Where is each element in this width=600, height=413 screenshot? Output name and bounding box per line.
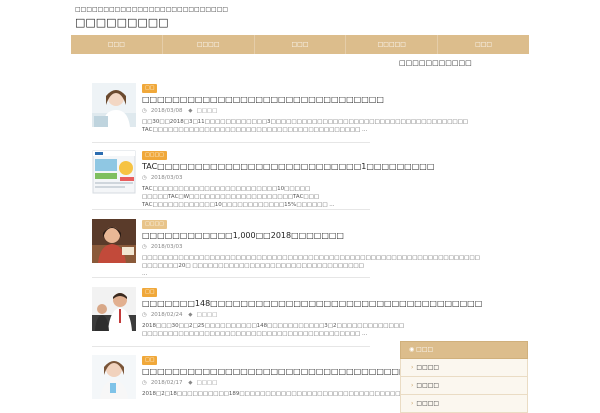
post-meta: ◷ 2018/02/24 ◆ □□□□: [142, 311, 370, 319]
site-title[interactable]: □□□□□□□□□: [75, 16, 169, 29]
post-date: 2018/02/24: [150, 312, 183, 318]
post-title[interactable]: TAC□□□□□□□□□□□□□□□□□□□□□□□□□□□1□□□□□□□□□: [142, 162, 434, 172]
post-divider: [92, 209, 370, 210]
post-thumbnail[interactable]: [92, 150, 136, 194]
site-tagline: □□□□□□□□□□□□□□□□□□□□□□□□□□□: [75, 6, 229, 13]
post-date: 2018/02/17: [150, 380, 183, 386]
post-excerpt: □□□□□□□□□□□□□□□□□□□□□□□□□□□□□□□□□□□□□□□□…: [142, 255, 480, 277]
post-divider: [92, 277, 370, 278]
sidebar-heading-label: □□□: [416, 346, 434, 353]
post-tag[interactable]: □□□□: [197, 312, 218, 318]
sidebar-menu-heading: ◉ □□□: [400, 341, 528, 359]
clock-icon: ◷: [142, 380, 147, 386]
category-badge[interactable]: □□□□: [142, 151, 167, 160]
post-item: □□□□ TAC□□□□□□□□□□□□□□□□□□□□□□□□□□□1□□□□…: [92, 147, 434, 208]
post-date: 2018/03/08: [150, 108, 183, 114]
nav-item-1[interactable]: □□□: [71, 35, 163, 54]
sidebar-link[interactable]: □□□□: [400, 395, 528, 413]
post-title[interactable]: □□□□□□□□□□□□1,000□□2018□□□□□□□: [142, 231, 370, 241]
clock-icon: ◷: [142, 244, 147, 250]
clock-icon: ◷: [142, 175, 147, 181]
category-badge[interactable]: □□: [142, 288, 158, 297]
post-meta: ◷ 2018/02/17 ◆ □□□□: [142, 379, 370, 387]
post-title[interactable]: □□□□□□□□□□□□□□□□□□□□□□□□□□□□□□□□: [142, 95, 384, 105]
post-excerpt: TAC□□□□□□□□□□□□□□□□□□□□□□□□10□□□□□ □□□□□…: [142, 186, 335, 208]
post-excerpt: 2018□2□18□□□□□□□□□□189□□□□□□□□□□□□□□□□□□…: [142, 391, 468, 397]
post-divider: [92, 346, 370, 347]
post-thumbnail[interactable]: [92, 355, 136, 399]
clock-icon: ◷: [142, 312, 147, 318]
post-item: □□ □□□□□□□□□□□□□□□□□□□□□□□□□□□□□□□□ ◷ 201…: [92, 80, 468, 138]
post-divider: [92, 142, 370, 143]
post-title[interactable]: □□□□□□□□□□□□□□□□□□□□□□□□□□□□□□□□□□□□□□□: [142, 367, 437, 377]
post-thumbnail[interactable]: [92, 83, 136, 127]
post-item: □□ □□□□□□□□□□□□□□□□□□□□□□□□□□□□□□□□□□□□□…: [92, 352, 468, 410]
category-badge[interactable]: □□: [142, 84, 158, 93]
post-date: 2018/03/03: [150, 244, 183, 250]
nav-item-5[interactable]: □□□: [438, 35, 529, 54]
tag-icon: ◆: [188, 380, 193, 386]
post-thumbnail[interactable]: [92, 287, 136, 331]
post-excerpt: 2018□□□30□□2□25□□□□□□□□□□148□□□□□□□□□□□3…: [142, 323, 405, 337]
post-item: □□ □□□□□□□148□□□□□□□□□□□□□□□□□□□□□□□□□□□…: [92, 284, 482, 342]
nav-item-3[interactable]: □□□: [255, 35, 347, 54]
post-title[interactable]: □□□□□□□148□□□□□□□□□□□□□□□□□□□□□□□□□□□□□□…: [142, 299, 482, 309]
main-nav: □□□ □□□□ □□□ □□□□□ □□□: [71, 35, 529, 54]
post-excerpt: □□30□□2018□3□11□□□□□□□□□□□□3□□□□□□□□□□□□…: [142, 119, 468, 133]
post-date: 2018/03/03: [150, 175, 183, 181]
tag-icon: ◆: [188, 108, 193, 114]
nav-item-2[interactable]: □□□□: [163, 35, 255, 54]
tag-icon: ◆: [188, 312, 193, 318]
sidebar-link[interactable]: □□□□: [400, 377, 528, 395]
post-meta: ◷ 2018/03/08 ◆ □□□□: [142, 107, 370, 115]
sidebar-menu-box: ◉ □□□ □□□□ □□□□ □□□□: [400, 341, 528, 413]
post-tag[interactable]: □□□□: [197, 380, 218, 386]
post-item: □□□□ □□□□□□□□□□□□1,000□□2018□□□□□□□ ◷ 201…: [92, 216, 480, 277]
sidebar-title: □□□□□□□□□□□: [399, 59, 472, 67]
post-meta: ◷ 2018/03/03: [142, 174, 370, 182]
post-tag[interactable]: □□□□: [197, 108, 218, 114]
category-badge[interactable]: □□□□: [142, 220, 167, 229]
post-thumbnail[interactable]: [92, 219, 136, 263]
category-badge[interactable]: □□: [142, 356, 158, 365]
nav-item-4[interactable]: □□□□□: [346, 35, 439, 54]
clock-icon: ◷: [142, 108, 147, 114]
sidebar-link[interactable]: □□□□: [400, 359, 528, 377]
post-meta: ◷ 2018/03/03: [142, 243, 370, 251]
